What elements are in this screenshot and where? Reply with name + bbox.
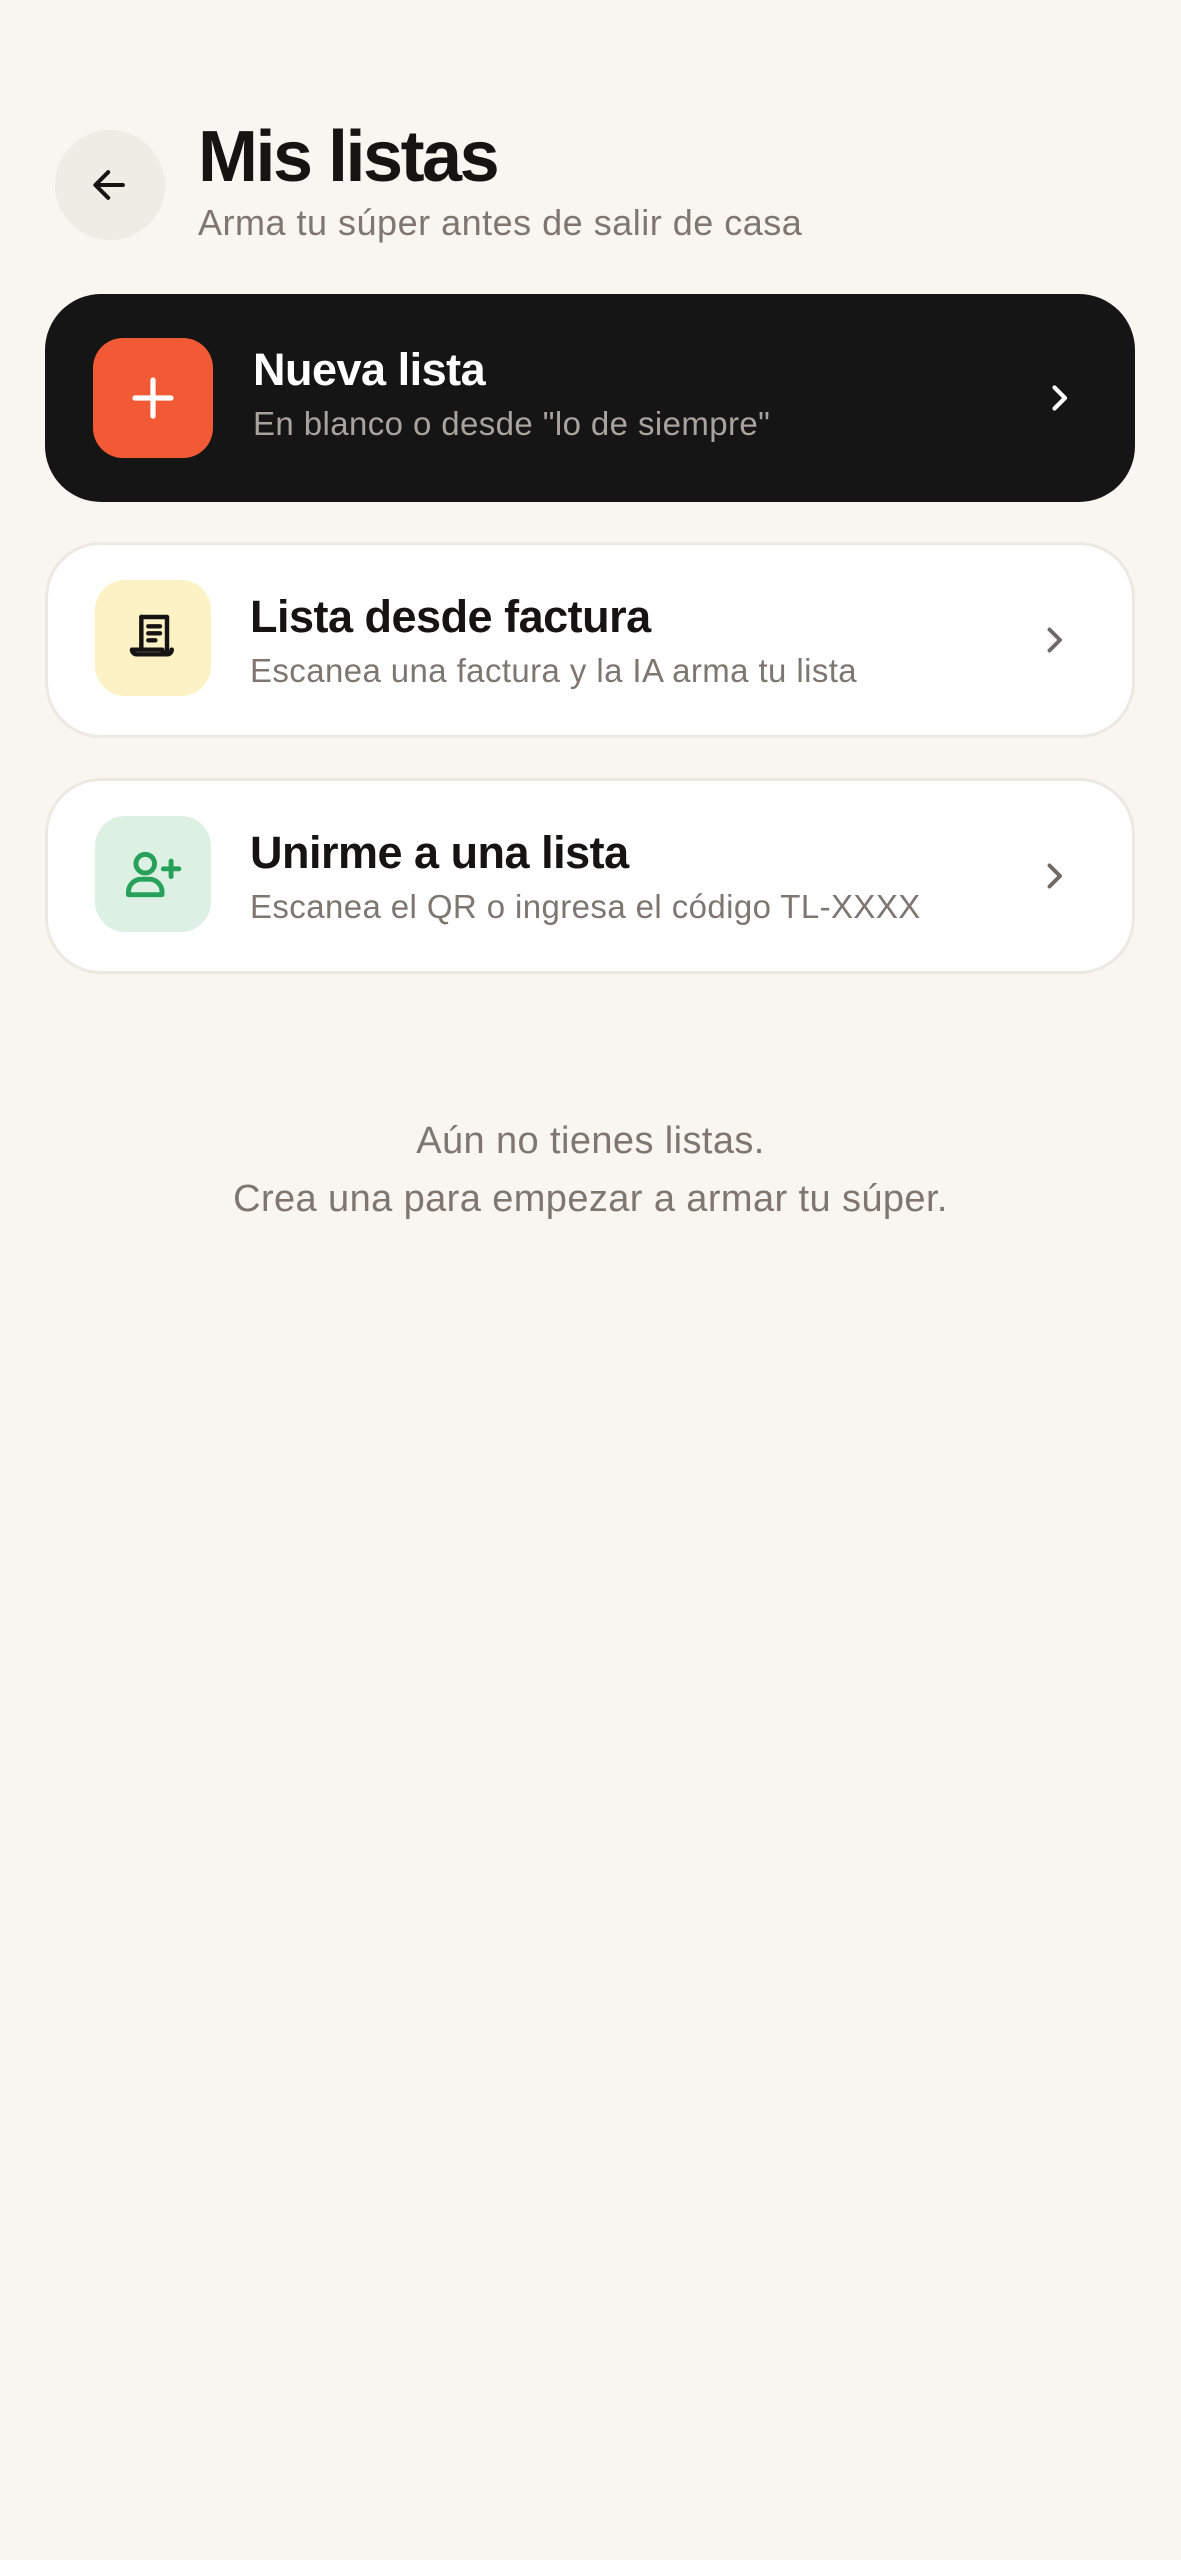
empty-state-hint: Crea una para empezar a armar tu súper. [233,1178,948,1220]
empty-state: Aún no tienes listas. Crea una para empe… [0,1112,1181,1228]
join-list-description: Escanea el QR o ingresa el código TL-XXX… [250,888,921,925]
page-header: Mis listas Arma tu súper antes de salir … [0,0,1181,280]
empty-state-message: Aún no tienes listas. [416,1120,765,1162]
list-from-receipt-title: Lista desde factura [250,591,651,642]
new-list-card[interactable]: Nueva lista En blanco o desde "lo de sie… [45,294,1135,502]
chevron-right-icon [1047,863,1062,889]
list-from-receipt-description: Escanea una factura y la IA arma tu list… [250,652,858,689]
receipt-icon [129,614,174,657]
join-list-card[interactable]: Unirme a una lista Escanea el QR o ingre… [45,778,1135,974]
receipt-icon-tile [95,580,211,696]
chevron-right-icon [1047,627,1062,653]
new-list-description: En blanco o desde "lo de siempre" [253,405,771,442]
join-list-title: Unirme a una lista [250,827,629,878]
new-list-title: Nueva lista [253,344,486,395]
plus-icon [132,377,174,419]
user-plus-icon [126,851,182,898]
list-from-receipt-card[interactable]: Lista desde factura Escanea una factura … [45,542,1135,738]
new-list-icon-tile [93,338,213,458]
back-button[interactable] [55,130,165,240]
chevron-right-icon [1052,385,1068,411]
arrow-left-icon [93,170,125,200]
page-subtitle: Arma tu súper antes de salir de casa [198,202,803,243]
user-plus-icon-tile [95,816,211,932]
page-title: Mis listas [198,117,500,197]
